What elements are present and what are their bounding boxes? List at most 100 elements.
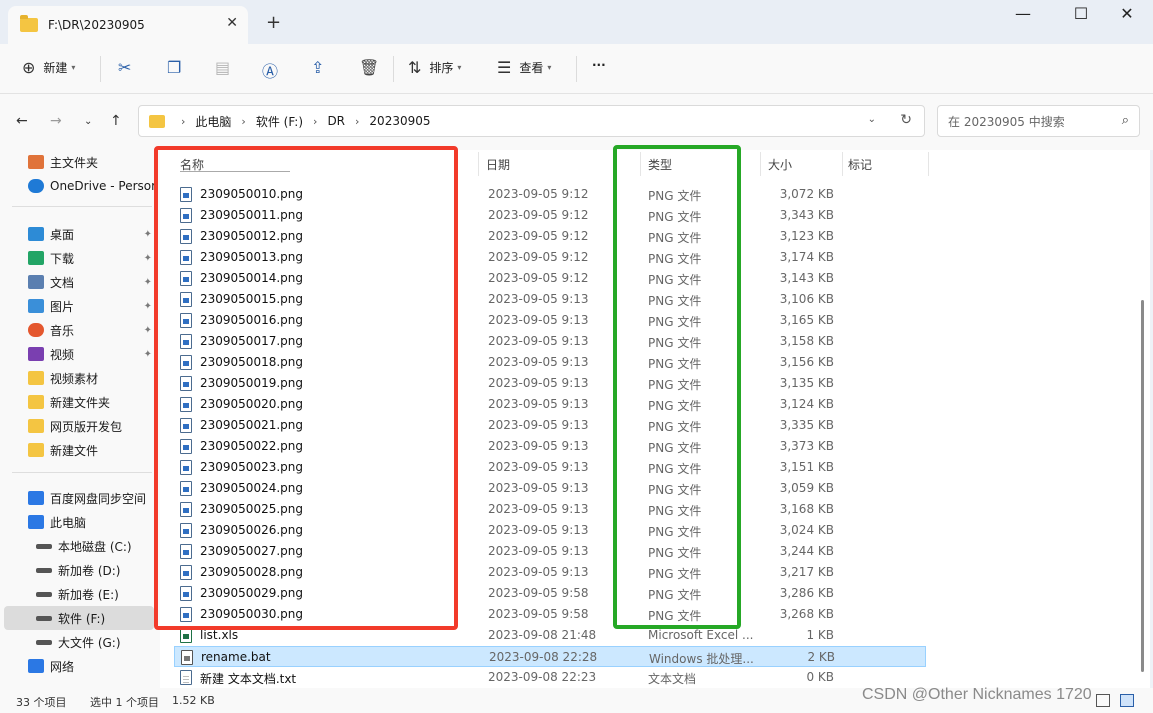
file-size: 3,217 KB [779,565,834,579]
back-button[interactable]: ← [16,113,28,129]
column-header-size[interactable]: 大小 [768,156,792,173]
cut-button[interactable]: ✂ [118,58,131,77]
up-button[interactable]: ↑ [110,113,122,129]
folder-icon [149,114,165,128]
file-row[interactable]: 2309050010.png 2023-09-05 9:12 PNG 文件 3,072… [174,184,926,205]
download-icon [28,251,44,265]
file-row[interactable]: 2309050022.png 2023-09-05 9:13 PNG 文件 3,373… [174,436,926,457]
file-row[interactable]: 2309050021.png 2023-09-05 9:13 PNG 文件 3,335… [174,415,926,436]
sidebar-item-videos[interactable]: 视频 ✦ [0,342,156,366]
sidebar-item-new-folder[interactable]: 新建文件夹 [0,390,156,414]
breadcrumb-this-pc[interactable]: 此电脑 [195,113,231,130]
delete-button[interactable]: 🗑 [359,58,379,77]
search-input[interactable]: 在 20230905 中搜索 ⌕ [937,105,1140,137]
divider [12,206,152,207]
sidebar-item-drive-d[interactable]: 新加卷 (D:) [0,558,156,582]
file-date: 2023-09-05 9:13 [488,544,589,558]
file-name: 2309050023.png [200,460,304,474]
refresh-icon[interactable]: ↻ [900,112,912,128]
sidebar-item-documents[interactable]: 文档 ✦ [0,270,156,294]
sidebar-item-baidu-netdisk[interactable]: 百度网盘同步空间 [0,486,156,510]
file-row[interactable]: 2309050011.png 2023-09-05 9:12 PNG 文件 3,343… [174,205,926,226]
chevron-right-icon: › [181,114,186,128]
new-button[interactable]: ⊕ 新建 ▾ [22,58,75,77]
sidebar-item-drive-c[interactable]: 本地磁盘 (C:) [0,534,156,558]
sidebar-item-home[interactable]: 主文件夹 [0,150,156,174]
sidebar-item-network[interactable]: 网络 [0,654,156,678]
file-type: PNG 文件 [648,252,702,266]
column-header-tags[interactable]: 标记 [848,156,872,173]
tiles-view-icon[interactable] [1120,694,1134,707]
breadcrumb-20230905[interactable]: 20230905 [369,114,430,128]
new-tab-button[interactable]: + [266,12,281,33]
close-window-button[interactable]: ✕ [1112,4,1142,23]
txt-file-icon [180,670,192,685]
rename-button[interactable]: Ⓐ [262,58,278,82]
column-header-type[interactable]: 类型 [648,156,672,173]
file-type: Microsoft Excel ... [648,628,754,642]
vertical-scrollbar[interactable] [1140,150,1146,688]
file-size: 3,143 KB [779,271,834,285]
sidebar-item-drive-g[interactable]: 大文件 (G:) [0,630,156,654]
address-bar[interactable]: › 此电脑 › 软件 (F:) › DR › 20230905 ⌄ ↻ [138,105,925,137]
xls-file-icon [180,628,192,643]
file-row[interactable]: list.xls 2023-09-08 21:48 Microsoft Excel … [174,625,926,646]
sidebar-item-video-materials[interactable]: 视频素材 [0,366,156,390]
file-row[interactable]: 2309050014.png 2023-09-05 9:12 PNG 文件 3,143… [174,268,926,289]
file-row[interactable]: 2309050019.png 2023-09-05 9:13 PNG 文件 3,135… [174,373,926,394]
forward-button[interactable]: → [50,113,62,129]
file-row[interactable]: rename.bat 2023-09-08 22:28 Windows 批处理...… [174,646,926,667]
share-button[interactable]: ⇪ [311,58,324,77]
copy-button[interactable]: ❐ [167,58,181,77]
file-row[interactable]: 2309050028.png 2023-09-05 9:13 PNG 文件 3,217… [174,562,926,583]
sidebar-item-music[interactable]: 音乐 ✦ [0,318,156,342]
minimize-button[interactable]: — [1008,4,1038,23]
file-row[interactable]: 2309050026.png 2023-09-05 9:13 PNG 文件 3,024… [174,520,926,541]
chevron-down-icon[interactable]: ⌄ [868,114,876,125]
file-row[interactable]: 2309050023.png 2023-09-05 9:13 PNG 文件 3,151… [174,457,926,478]
sidebar-item-new-file[interactable]: 新建文件 [0,438,156,462]
sidebar-item-drive-f[interactable]: 软件 (F:) [4,606,154,630]
file-row[interactable]: 2309050018.png 2023-09-05 9:13 PNG 文件 3,156… [174,352,926,373]
file-row[interactable]: 2309050027.png 2023-09-05 9:13 PNG 文件 3,244… [174,541,926,562]
details-view-icon[interactable] [1096,694,1110,707]
paste-button[interactable]: ▤ [215,58,230,77]
file-row[interactable]: 2309050015.png 2023-09-05 9:13 PNG 文件 3,106… [174,289,926,310]
maximize-button[interactable]: ☐ [1066,4,1096,23]
sidebar-item-downloads[interactable]: 下载 ✦ [0,246,156,270]
file-row[interactable]: 2309050016.png 2023-09-05 9:13 PNG 文件 3,165… [174,310,926,331]
view-button[interactable]: ☰ 查看 ▾ [497,58,551,77]
recent-locations-button[interactable]: ⌄ [84,116,92,127]
sidebar-item-pictures[interactable]: 图片 ✦ [0,294,156,318]
close-tab-icon[interactable]: ✕ [226,15,238,31]
sidebar-item-label: 新加卷 (E:) [58,587,119,602]
search-icon: ⌕ [1121,113,1129,128]
file-name: 2309050016.png [200,313,304,327]
sidebar-item-this-pc[interactable]: 此电脑 [0,510,156,534]
file-row[interactable]: 2309050030.png 2023-09-05 9:58 PNG 文件 3,268… [174,604,926,625]
file-type: PNG 文件 [648,273,702,287]
file-name: 2309050025.png [200,502,304,516]
file-row[interactable]: 2309050013.png 2023-09-05 9:12 PNG 文件 3,174… [174,247,926,268]
sidebar-item-desktop[interactable]: 桌面 ✦ [0,222,156,246]
file-row[interactable]: 2309050025.png 2023-09-05 9:13 PNG 文件 3,168… [174,499,926,520]
scrollbar-thumb[interactable] [1141,300,1144,672]
file-row[interactable]: 2309050029.png 2023-09-05 9:58 PNG 文件 3,286… [174,583,926,604]
sidebar-item-drive-e[interactable]: 新加卷 (E:) [0,582,156,606]
column-header-date[interactable]: 日期 [486,156,510,173]
sort-button[interactable]: ⇅ 排序 ▾ [408,58,461,77]
sidebar-item-onedrive[interactable]: OneDrive - Persor [0,174,156,198]
tab-current[interactable]: F:\DR\20230905 ✕ [8,6,248,44]
file-row[interactable]: 新建 文本文档.txt 2023-09-08 22:23 文本文档 0 KB [174,667,926,688]
file-row[interactable]: 2309050012.png 2023-09-05 9:12 PNG 文件 3,123… [174,226,926,247]
breadcrumb-drive-f[interactable]: 软件 (F:) [256,113,303,130]
file-row[interactable]: 2309050017.png 2023-09-05 9:13 PNG 文件 3,158… [174,331,926,352]
sort-ascending-icon: ^ [324,150,333,157]
sidebar-item-label: 本地磁盘 (C:) [58,539,132,554]
file-size: 3,151 KB [779,460,834,474]
more-options-button[interactable]: ··· [592,58,606,72]
sidebar-item-web-dev-kit[interactable]: 网页版开发包 [0,414,156,438]
file-row[interactable]: 2309050020.png 2023-09-05 9:13 PNG 文件 3,124… [174,394,926,415]
breadcrumb-dr[interactable]: DR [327,114,345,128]
file-row[interactable]: 2309050024.png 2023-09-05 9:13 PNG 文件 3,059… [174,478,926,499]
